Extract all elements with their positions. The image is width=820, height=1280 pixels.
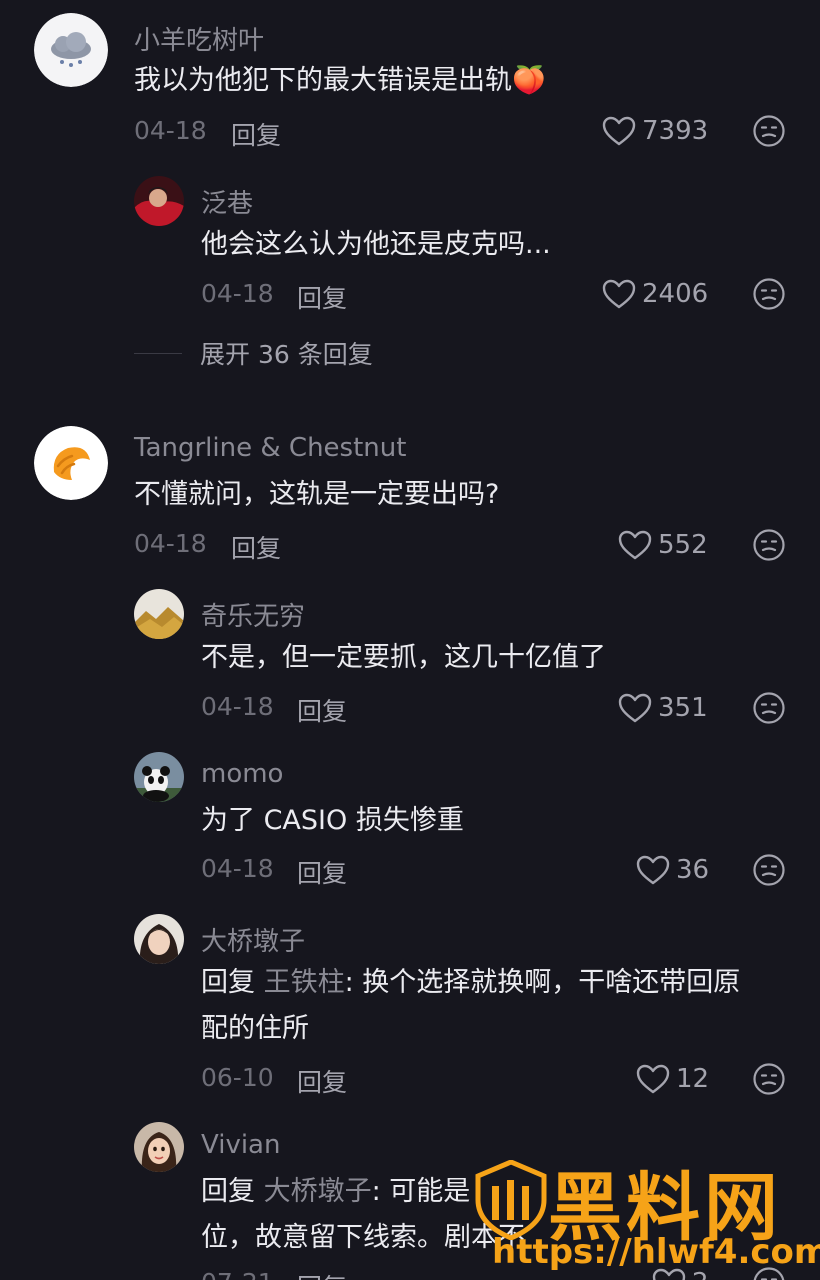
reply-text: 不是，但一定要抓，这几十亿值了 (201, 642, 606, 673)
comment-username[interactable]: Tangrline & Chestnut (134, 433, 406, 463)
reply-text: 为了 CASIO 损失惨重 (201, 805, 464, 836)
comment-date: 04-18 (134, 529, 207, 558)
dislike-button[interactable] (752, 114, 786, 148)
like-count: 12 (676, 1064, 710, 1094)
reply-button[interactable]: 回复 (297, 1063, 347, 1099)
dislike-face-icon (753, 692, 785, 724)
dislike-button[interactable] (752, 528, 786, 562)
watermark-url: https://hlwf4.com (492, 1232, 820, 1272)
like-count: 351 (658, 693, 708, 723)
reply-prefix: 回复 (201, 1176, 255, 1207)
avatar[interactable] (34, 426, 108, 500)
reply-button[interactable]: 回复 (297, 692, 347, 728)
comment-text: 不懂就问，这轨是一定要出吗? (134, 479, 500, 510)
reply-text: 回复 王铁柱: 换个选择就换啊，干啥还带回原 (201, 960, 740, 1006)
avatar[interactable] (134, 752, 184, 802)
heart-icon (636, 1064, 670, 1094)
reply-text-line1: : 可能是 (371, 1176, 471, 1207)
reply-date: 04-18 (201, 279, 274, 308)
reply-date: 04-18 (201, 854, 274, 883)
reply-username[interactable]: Vivian (201, 1130, 280, 1160)
reply-prefix: 回复 (201, 967, 255, 998)
reply-username[interactable]: 泛巷 (201, 183, 253, 220)
reply-username[interactable]: momo (201, 759, 283, 789)
dislike-button[interactable] (752, 277, 786, 311)
avatar[interactable] (34, 13, 108, 87)
watermark-shield-icon (475, 1160, 547, 1240)
heart-icon (602, 279, 636, 309)
avatar[interactable] (134, 914, 184, 964)
divider (134, 352, 182, 354)
avatar[interactable] (134, 1122, 184, 1172)
dislike-button[interactable] (752, 1062, 786, 1096)
heart-icon (636, 855, 670, 885)
expand-replies-button[interactable]: 展开 36 条回复 (134, 335, 373, 371)
reply-date: 06-10 (201, 1063, 274, 1092)
reply-button[interactable]: 回复 (297, 854, 347, 890)
dislike-face-icon (753, 278, 785, 310)
like-button[interactable]: 552 (618, 528, 708, 562)
comment-username[interactable]: 小羊吃树叶 (134, 20, 264, 57)
reply-date: 07-21 (201, 1268, 274, 1280)
reply-button[interactable]: 回复 (231, 529, 281, 565)
dislike-face-icon (753, 1063, 785, 1095)
like-button[interactable]: 12 (636, 1062, 709, 1096)
dislike-face-icon (753, 854, 785, 886)
like-button[interactable]: 2406 (602, 277, 708, 311)
heart-icon (618, 530, 652, 560)
comment-date: 04-18 (134, 116, 207, 145)
reply-button[interactable]: 回复 (297, 1268, 347, 1280)
like-button[interactable]: 36 (636, 853, 709, 887)
heart-icon (602, 116, 636, 146)
reply-button[interactable]: 回复 (231, 116, 281, 152)
avatar[interactable] (134, 589, 184, 639)
reply-username[interactable]: 大桥墩子 (201, 921, 305, 958)
reply-text-line2: 配的住所 (201, 1013, 309, 1044)
comment-text: 我以为他犯下的最大错误是出轨🍑 (134, 65, 546, 96)
like-count: 7393 (642, 116, 709, 146)
mention-username[interactable]: 大桥墩子 (264, 1176, 372, 1207)
like-count: 2406 (642, 279, 709, 309)
reply-button[interactable]: 回复 (297, 279, 347, 315)
dislike-button[interactable] (752, 853, 786, 887)
expand-replies-label: 展开 36 条回复 (200, 340, 373, 369)
reply-username[interactable]: 奇乐无穷 (201, 596, 305, 633)
like-count: 552 (658, 530, 708, 560)
dislike-face-icon (753, 115, 785, 147)
reply-date: 04-18 (201, 692, 274, 721)
dislike-button[interactable] (752, 691, 786, 725)
dislike-face-icon (753, 529, 785, 561)
mention-username[interactable]: 王铁柱 (264, 967, 345, 998)
heart-icon (618, 693, 652, 723)
like-button[interactable]: 351 (618, 691, 708, 725)
like-count: 36 (676, 855, 710, 885)
avatar[interactable] (134, 176, 184, 226)
comment-list: 小羊吃树叶 我以为他犯下的最大错误是出轨🍑 04-18 回复 7393 泛巷 他… (0, 0, 820, 1280)
reply-text-line1: : 换个选择就换啊，干啥还带回原 (344, 967, 741, 998)
reply-text: 回复 大桥墩子: 可能是 (201, 1169, 470, 1215)
like-button[interactable]: 7393 (602, 114, 708, 148)
reply-text: 他会这么认为他还是皮克吗... (201, 229, 551, 260)
